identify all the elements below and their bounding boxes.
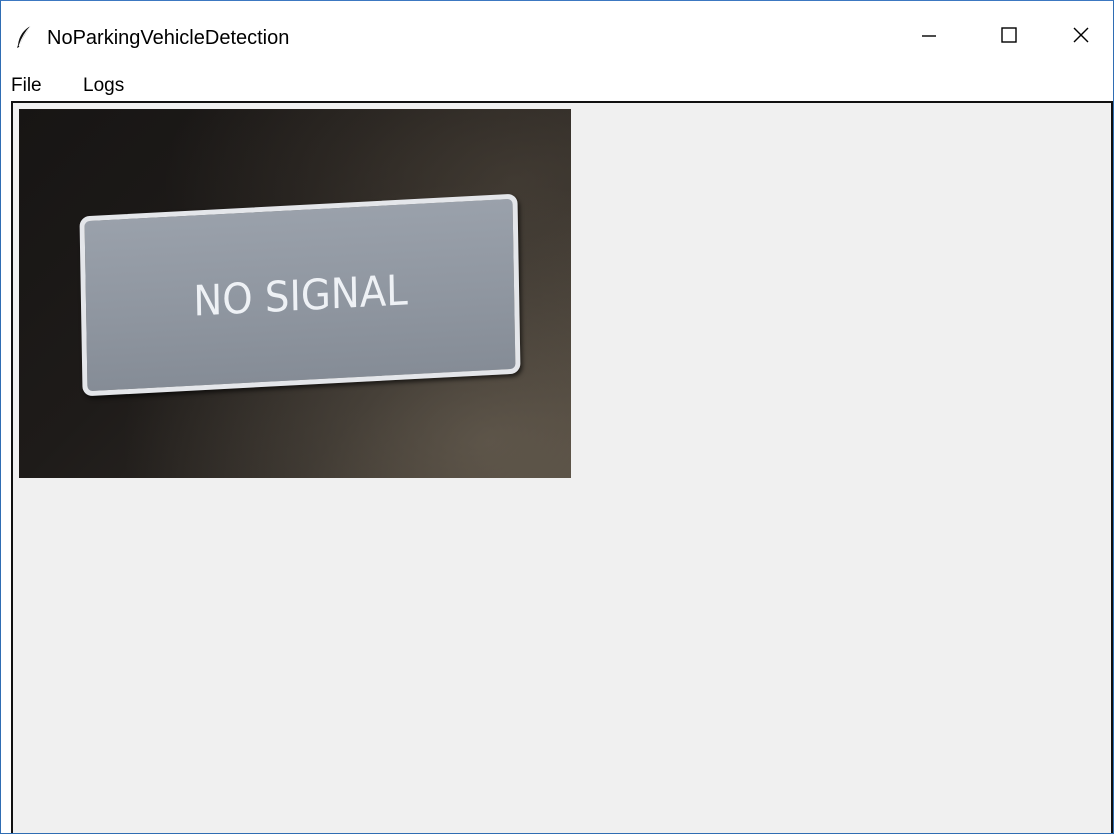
main-panel: NO SIGNAL	[11, 101, 1113, 833]
title-bar[interactable]: NoParkingVehicleDetection	[1, 1, 1113, 71]
minimize-button[interactable]	[897, 15, 961, 59]
menu-logs[interactable]: Logs	[83, 73, 124, 99]
window-title: NoParkingVehicleDetection	[47, 27, 290, 49]
close-icon	[1071, 25, 1091, 50]
app-window: NoParkingVehicleDetection File Logs NO S…	[0, 0, 1114, 834]
camera-feed: NO SIGNAL	[19, 109, 571, 478]
no-signal-plate: NO SIGNAL	[79, 193, 521, 397]
close-button[interactable]	[1049, 15, 1113, 59]
maximize-button[interactable]	[977, 15, 1041, 59]
menu-bar: File Logs	[1, 71, 1113, 101]
minimize-icon	[919, 25, 939, 50]
feather-icon	[15, 25, 33, 49]
maximize-icon	[999, 25, 1019, 50]
no-signal-label: NO SIGNAL	[192, 264, 408, 326]
menu-file[interactable]: File	[11, 73, 42, 99]
